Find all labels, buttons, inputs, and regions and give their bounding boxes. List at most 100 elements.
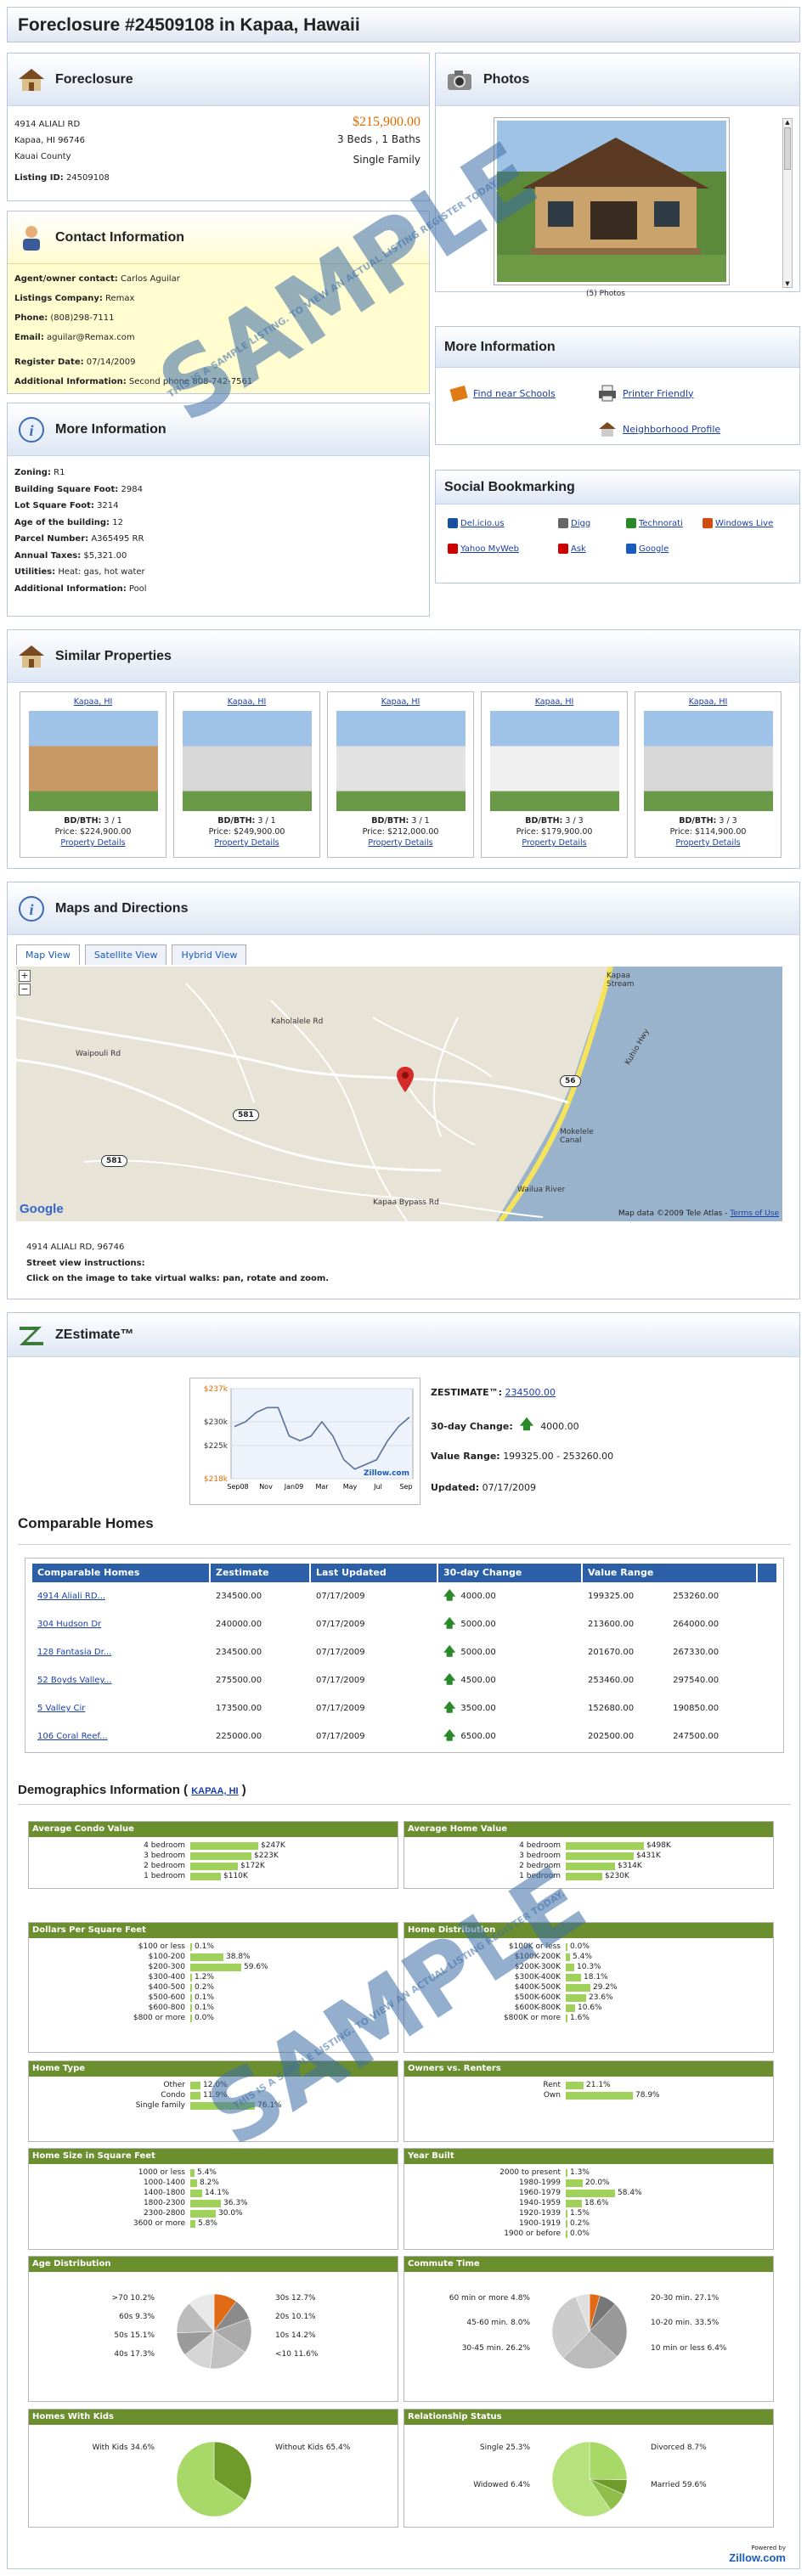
- social-link[interactable]: Ask: [571, 544, 586, 554]
- zestimate-value-link[interactable]: 234500.00: [505, 1387, 556, 1398]
- pie-chart: [176, 2441, 252, 2517]
- social-link[interactable]: Del.icio.us: [460, 519, 505, 528]
- similar-property-card: Kapaa, HI BD/BTH: 3 / 3 Price: $114,900.00…: [635, 691, 782, 858]
- comparable-range-high: 253260.00: [673, 1592, 720, 1601]
- social-link[interactable]: Windows Live: [715, 519, 773, 528]
- street-view-instructions: Click on the image to take virtual walks…: [26, 1274, 330, 1283]
- bar-row: 1400-1800 14.1%: [29, 2188, 398, 2198]
- map-label: Kapaa Bypass Rd: [373, 1198, 439, 1207]
- bar-row: $200-300 59.6%: [29, 1962, 398, 1972]
- bar: [190, 2081, 200, 2089]
- range-label: Value Range:: [431, 1451, 500, 1462]
- demographic-box: Home Type Other 12.0% Condo 11.9% Single fami…: [28, 2060, 398, 2142]
- property-details-link[interactable]: Property Details: [635, 838, 781, 848]
- find-schools-link[interactable]: Find near Schools: [473, 388, 556, 399]
- neighborhood-profile-link[interactable]: Neighborhood Profile: [623, 424, 720, 435]
- info-value: A365495 RR: [91, 534, 144, 544]
- bar: [566, 2219, 567, 2228]
- demographic-title: Relationship Status: [404, 2410, 773, 2425]
- pie-label: >70 10.2%: [111, 2294, 155, 2303]
- map-zoom-out[interactable]: −: [19, 984, 31, 995]
- bar: [190, 2209, 216, 2218]
- tab-map-view[interactable]: Map View: [16, 944, 80, 965]
- comparable-link[interactable]: 4914 Aliali RD...: [37, 1592, 105, 1601]
- more-info-header: More Information: [55, 421, 166, 437]
- bd-bth-value: 3 / 1: [257, 816, 276, 826]
- demographic-title: Dollars Per Square Feet: [29, 1923, 398, 1938]
- pie-chart: [176, 2293, 252, 2370]
- bar-label: $800K or more: [503, 2014, 561, 2022]
- similar-city-link[interactable]: Kapaa, HI: [535, 697, 574, 707]
- contact-value: Remax: [105, 294, 135, 303]
- comparable-range-low: 201670.00: [588, 1648, 635, 1657]
- pie-chart: [551, 2441, 628, 2517]
- similar-photo[interactable]: [28, 711, 158, 811]
- bar: [190, 1983, 192, 1992]
- zillow-footer-logo: Zillow.com: [729, 2551, 786, 2564]
- social-link[interactable]: Yahoo MyWeb: [460, 544, 519, 554]
- map-canvas[interactable]: + − Kapaa Stream Kuhio Hwy Wailua River …: [16, 967, 782, 1221]
- bar-label: 1960-1979: [518, 2189, 561, 2197]
- similar-city-link[interactable]: Kapaa, HI: [228, 697, 267, 707]
- bar-row: Rent 21.1%: [404, 2080, 773, 2090]
- photo-count: (5) Photos: [586, 290, 625, 298]
- photos-scrollbar[interactable]: ▲ ▼: [782, 118, 793, 288]
- info-value: Pool: [128, 583, 147, 594]
- similar-city-link[interactable]: Kapaa, HI: [689, 697, 728, 707]
- comparable-link[interactable]: 106 Coral Reef...: [37, 1732, 108, 1741]
- comparable-link[interactable]: 5 Valley Cir: [37, 1704, 85, 1713]
- info-label: Utilities:: [14, 567, 56, 577]
- comparable-link[interactable]: 52 Boyds Valley...: [37, 1676, 111, 1685]
- county: Kauai County: [14, 152, 71, 161]
- powered-by: Powered by: [751, 2545, 786, 2551]
- bar-label: $300-400: [148, 1973, 185, 1981]
- property-details-link[interactable]: Property Details: [174, 838, 319, 848]
- bar-label: 1400-1800: [143, 2189, 185, 2197]
- comparable-range-high: 267330.00: [673, 1648, 720, 1657]
- book-icon: [449, 385, 468, 402]
- comparable-link[interactable]: 304 Hudson Dr: [37, 1620, 101, 1629]
- table-row: 106 Coral Reef... 225000.00 07/17/2009 🡅 650…: [32, 1722, 776, 1750]
- map-terms-link[interactable]: Terms of Use: [730, 1209, 779, 1218]
- similar-city-link[interactable]: Kapaa, HI: [74, 697, 113, 707]
- pie-label: 40s 17.3%: [114, 2350, 155, 2359]
- bar: [190, 2189, 202, 2197]
- similar-photo[interactable]: [336, 711, 466, 811]
- bar-label: $100K-200K: [514, 1953, 561, 1961]
- demographics-city-link[interactable]: KAPAA, HI: [191, 1786, 238, 1796]
- property-details-link[interactable]: Property Details: [20, 838, 166, 848]
- similar-city-link[interactable]: Kapaa, HI: [381, 697, 420, 707]
- maps-header: Maps and Directions: [55, 900, 189, 916]
- map-marker-icon[interactable]: [397, 1067, 414, 1092]
- social-header: Social Bookmarking: [444, 479, 575, 494]
- demographic-box: Dollars Per Square Feet $100 or less 0.1% $…: [28, 1922, 398, 2053]
- bar-value: $110K: [223, 1872, 248, 1880]
- comparable-range-low: 253460.00: [588, 1676, 635, 1685]
- tab-hybrid-view[interactable]: Hybrid View: [172, 944, 247, 965]
- comparable-link[interactable]: 128 Fantasia Dr...: [37, 1648, 111, 1657]
- similar-photo[interactable]: [182, 711, 312, 811]
- social-link[interactable]: Technorati: [639, 519, 683, 528]
- social-link[interactable]: Google: [639, 544, 669, 554]
- bar-label: 1920-1939: [518, 2209, 561, 2218]
- pie-slice: [589, 2441, 628, 2481]
- property-details-link[interactable]: Property Details: [482, 838, 627, 848]
- main-photo[interactable]: [494, 117, 730, 285]
- up-arrow-icon: 🡅: [443, 1644, 456, 1659]
- property-details-link[interactable]: Property Details: [328, 838, 473, 848]
- printer-friendly-link[interactable]: Printer Friendly: [623, 388, 693, 399]
- social-icon: [558, 544, 568, 554]
- tab-satellite-view[interactable]: Satellite View: [84, 944, 167, 965]
- bar-row: 3 bedroom $431K: [404, 1851, 773, 1861]
- info-label: Age of the building:: [14, 517, 110, 527]
- demographics-header: Demographics Information (: [18, 1783, 189, 1797]
- comparable-updated: 07/17/2009: [316, 1732, 365, 1741]
- social-link[interactable]: Digg: [571, 519, 590, 528]
- similar-photo[interactable]: [489, 711, 619, 811]
- price-label: Price:: [208, 827, 231, 837]
- similar-photo[interactable]: [643, 711, 773, 811]
- map-zoom-in[interactable]: +: [19, 970, 31, 982]
- similar-price: $179,900.00: [540, 827, 593, 837]
- bar-row: $500K-600K 23.6%: [404, 1993, 773, 2003]
- road-badge: 581: [101, 1155, 127, 1167]
